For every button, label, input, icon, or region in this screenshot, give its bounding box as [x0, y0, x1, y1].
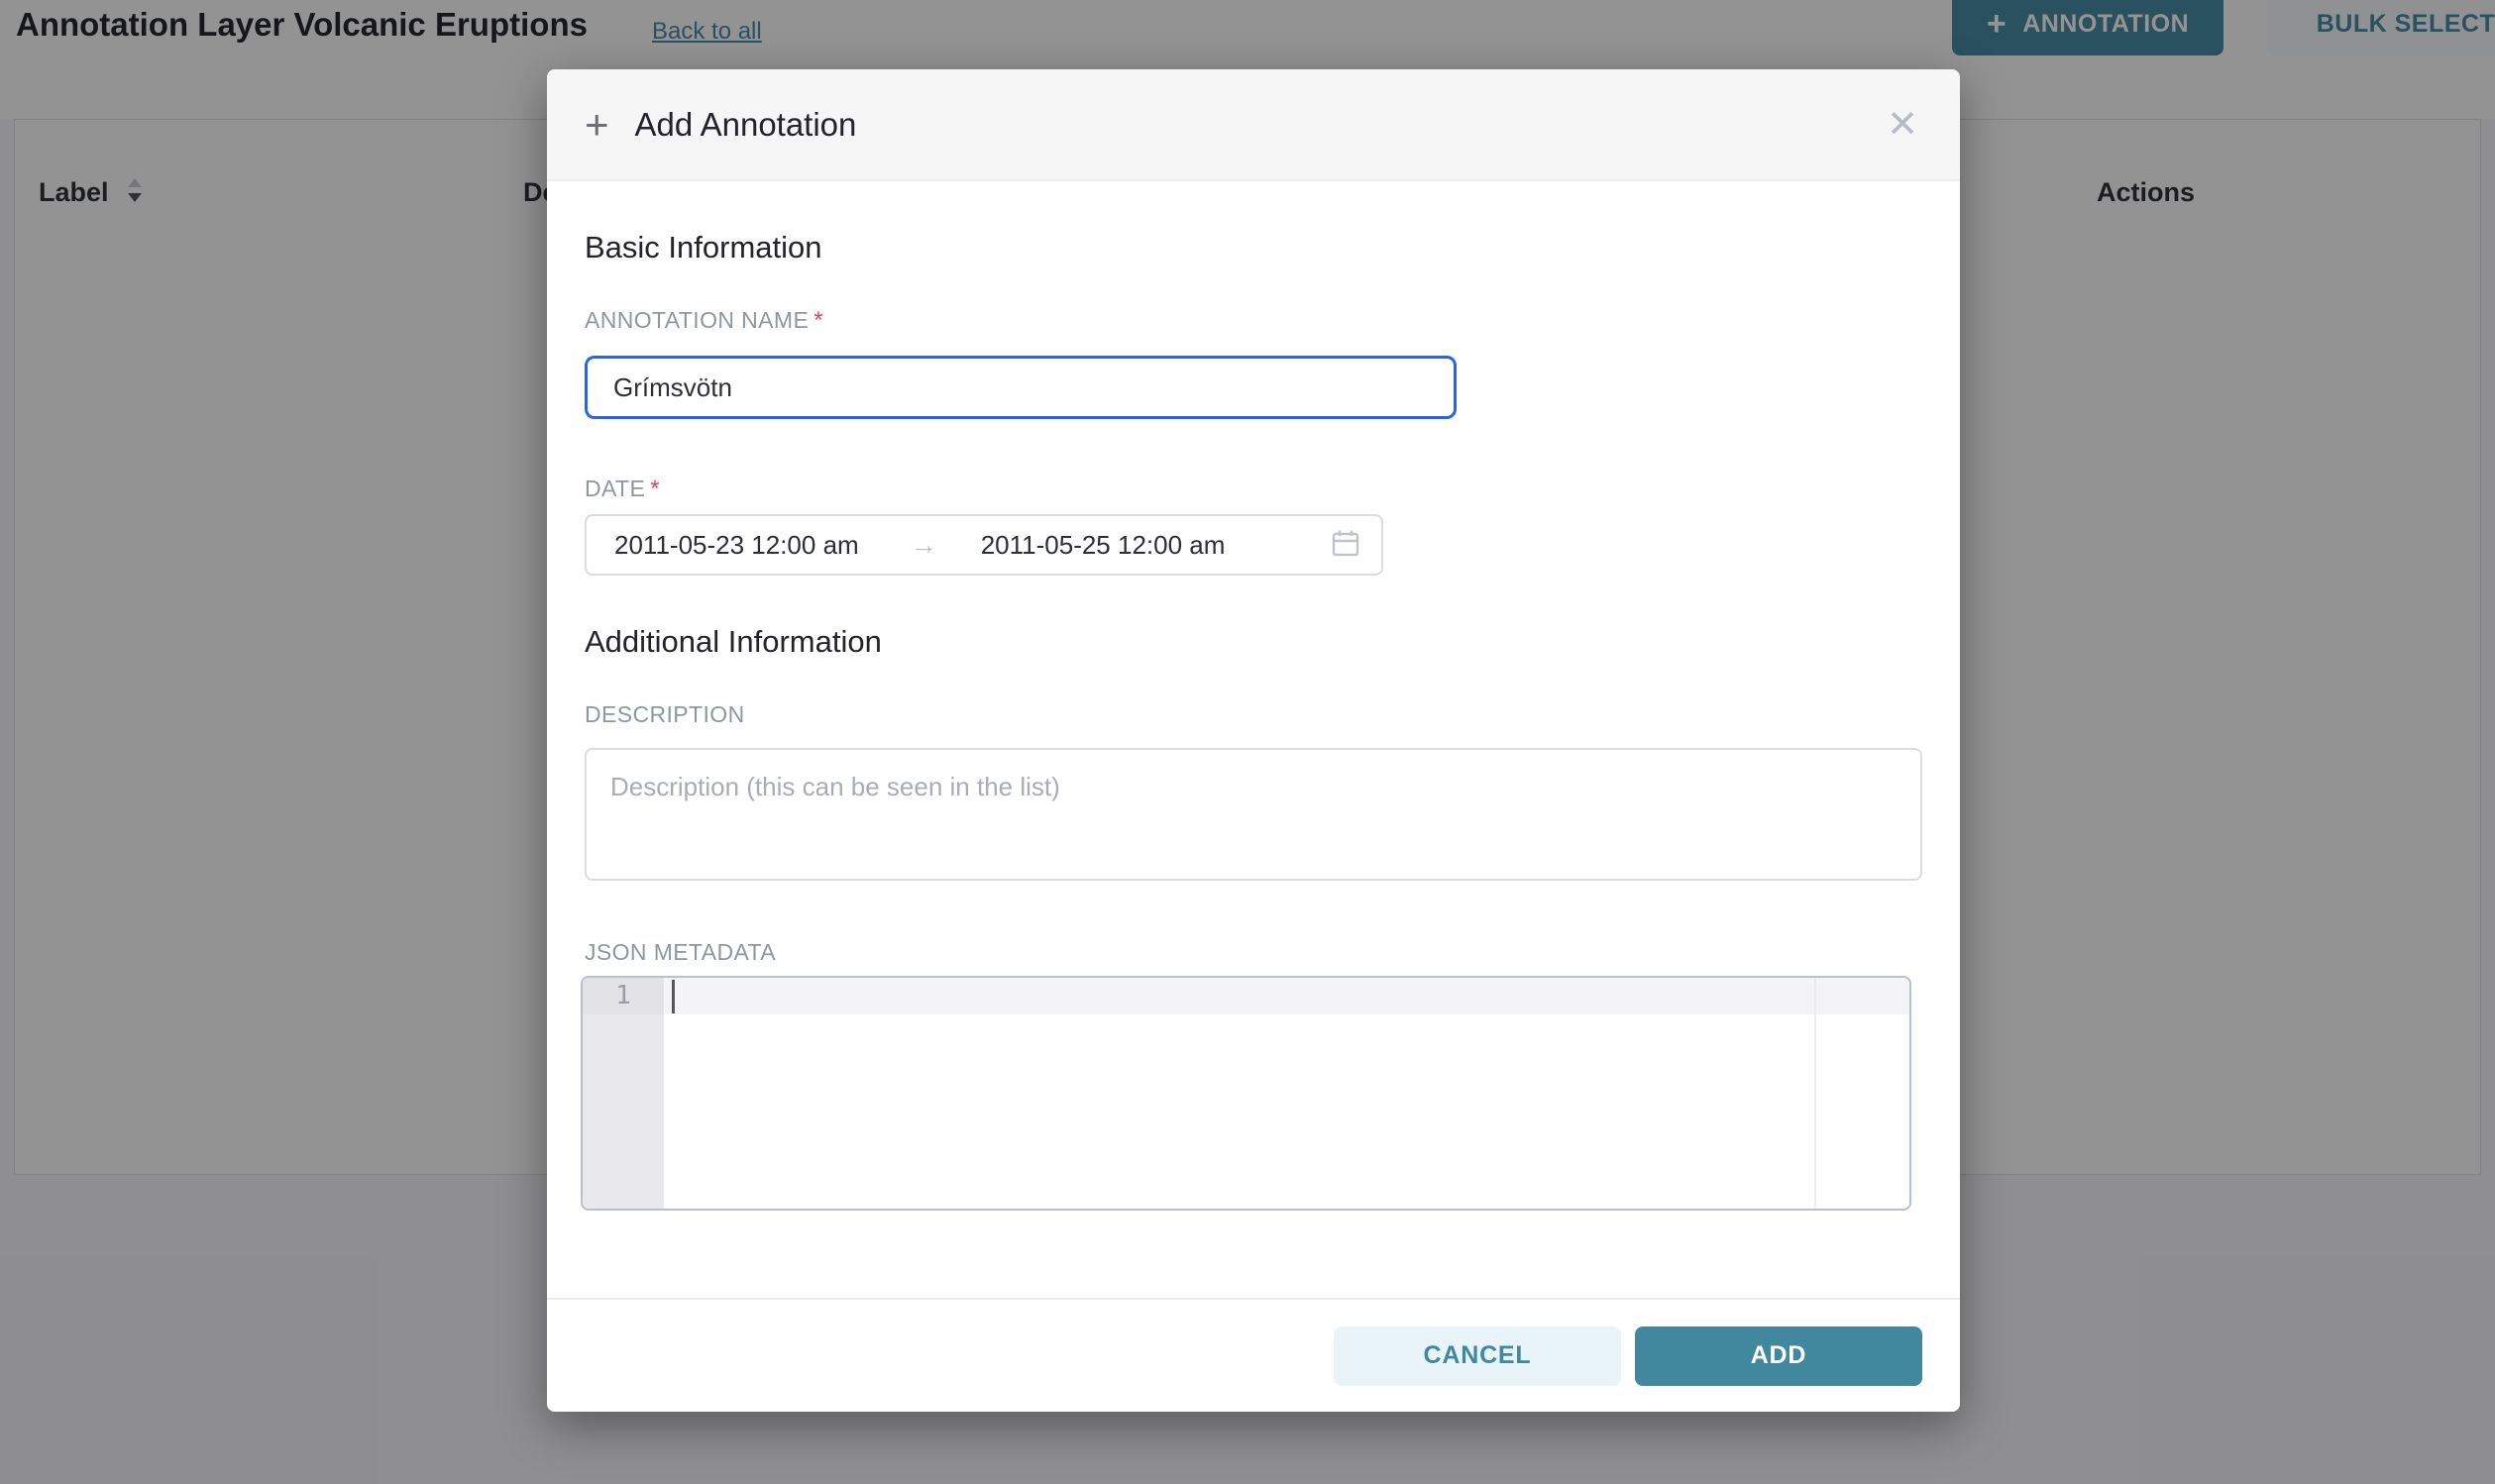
modal-header: + Add Annotation ✕ — [547, 69, 1960, 181]
cancel-button[interactable]: CANCEL — [1334, 1326, 1621, 1386]
add-annotation-modal: + Add Annotation ✕ Basic Information ANN… — [547, 69, 1960, 1412]
date-range-picker[interactable]: 2011-05-23 12:00 am → 2011-05-25 12:00 a… — [585, 514, 1383, 576]
editor-active-line — [664, 978, 1909, 1014]
editor-print-margin — [1814, 978, 1816, 1209]
json-metadata-label: JSON METADATA — [585, 939, 776, 966]
plus-icon: + — [585, 104, 609, 146]
range-arrow-icon: → — [911, 530, 937, 561]
description-textarea[interactable] — [585, 748, 1922, 881]
line-number: 1 — [583, 978, 664, 1014]
annotation-name-label: ANNOTATION NAME* — [585, 307, 823, 335]
description-label: DESCRIPTION — [585, 701, 745, 728]
required-asterisk: * — [814, 307, 823, 334]
modal-title: Add Annotation — [635, 106, 857, 144]
calendar-icon — [1330, 527, 1361, 564]
json-metadata-editor[interactable]: 1 — [581, 976, 1911, 1211]
editor-text-cursor — [672, 980, 675, 1013]
section-additional-information: Additional Information — [585, 624, 882, 660]
date-end-value[interactable]: 2011-05-25 12:00 am — [981, 530, 1226, 561]
annotation-layer-page: Annotation Layer Volcanic Eruptions Back… — [0, 0, 2495, 1484]
date-start-value[interactable]: 2011-05-23 12:00 am — [614, 530, 859, 561]
editor-line-gutter: 1 — [583, 978, 664, 1209]
close-icon[interactable]: ✕ — [1875, 97, 1930, 153]
add-button[interactable]: ADD — [1635, 1326, 1922, 1386]
section-basic-information: Basic Information — [585, 230, 822, 265]
annotation-name-input[interactable] — [585, 356, 1457, 419]
modal-footer: CANCEL ADD — [547, 1298, 1960, 1412]
date-label: DATE* — [585, 476, 660, 503]
required-asterisk: * — [650, 476, 660, 502]
